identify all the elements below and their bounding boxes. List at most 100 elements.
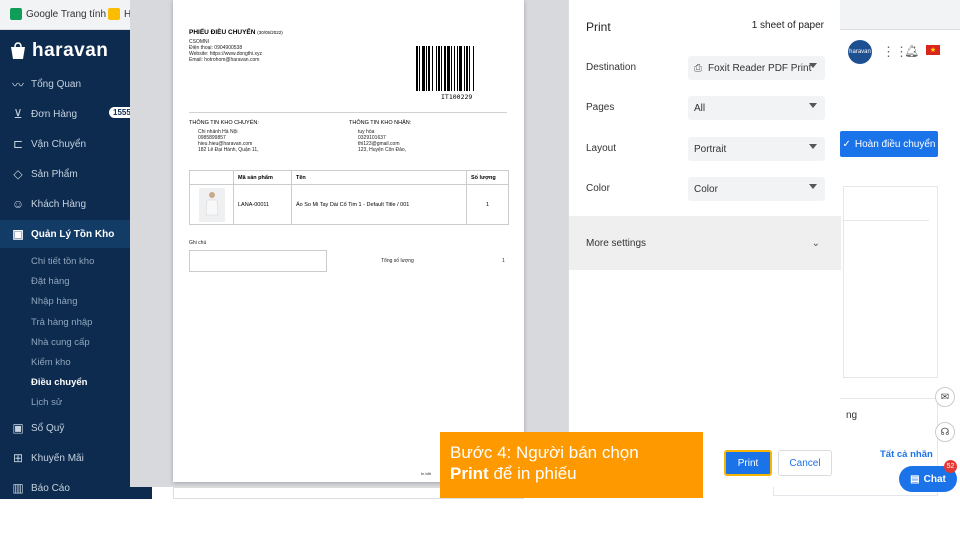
sku-cell: LANA-00011 [233, 184, 292, 225]
chevron-down-icon: ⌄ [811, 238, 820, 249]
haravan-bag-icon [11, 42, 25, 59]
chat-count-badge: 52 [944, 460, 957, 473]
destination-value: Foxit Reader PDF Print [708, 62, 812, 74]
column-header: Tên [291, 170, 467, 185]
complete-transfer-button[interactable]: ✓ Hoàn điều chuyển [840, 131, 938, 157]
sidebar-item-label: Tổng Quan [31, 78, 82, 90]
barcode-bar [447, 46, 450, 91]
sub-item-stock-detail[interactable]: Chi tiết tồn kho [31, 256, 94, 267]
chevron-down-icon [809, 184, 817, 189]
cancel-button[interactable]: Cancel [778, 450, 832, 476]
column-header [189, 170, 234, 185]
from-heading: THÔNG TIN KHO CHUYỂN: [189, 120, 259, 126]
folder-icon [108, 8, 120, 20]
pages-value: All [694, 102, 706, 114]
side-card [843, 186, 938, 378]
color-value: Color [694, 183, 718, 195]
pages-select[interactable]: All [688, 96, 825, 120]
barcode-bar [464, 46, 465, 91]
divider [189, 112, 507, 113]
tag-icon: ◇ [13, 167, 23, 181]
chevron-down-icon [809, 103, 817, 108]
bookmark-folder[interactable]: H [108, 8, 131, 20]
avatar[interactable]: haravan [848, 40, 872, 64]
callout-bold-word: Print [450, 464, 489, 483]
chat-label: Chat [923, 473, 946, 485]
sidebar-item-label: Sản Phẩm [31, 168, 78, 180]
headset-icon[interactable]: ☊ [935, 422, 955, 442]
print-title: Print [586, 20, 611, 34]
bookmark-label: Google Trang tính [26, 8, 107, 20]
sub-item-purchase-order[interactable]: Đặt hàng [31, 276, 70, 287]
print-button[interactable]: Print [724, 450, 772, 476]
printer-icon: ⎙ [694, 62, 702, 74]
cart-icon: ⊻ [13, 107, 23, 121]
table-row: LANA-00011 Áo So Mi Tay Dài Cổ Tim 1 - D… [189, 184, 509, 225]
chevron-down-icon [809, 63, 817, 68]
sub-item-suppliers[interactable]: Nhà cung cấp [31, 337, 90, 348]
note-label: Ghi chú [189, 240, 207, 246]
user-icon: ☺ [11, 197, 25, 211]
barcode-bar [444, 46, 446, 91]
chart-line-icon: 〰 [11, 77, 24, 92]
print-settings-panel: Print 1 sheet of paper Destination ⎙ Fox… [568, 0, 841, 487]
vietnam-flag-icon[interactable]: ★ [926, 45, 940, 55]
sub-item-stocktake[interactable]: Kiểm kho [31, 357, 71, 368]
color-select[interactable]: Color [688, 177, 825, 201]
sidebar-item-label: Đơn Hàng [31, 108, 78, 120]
sidebar-item-label: Sổ Quỹ [31, 422, 65, 434]
callout-line-1: Bước 4: Người bán chọn [450, 443, 639, 462]
barcode-bar [454, 46, 455, 91]
sub-item-receive[interactable]: Nhập hàng [31, 296, 77, 307]
brand-name: haravan [32, 40, 109, 61]
pages-label: Pages [586, 102, 615, 113]
sidebar-item-label: Vận Chuyển [31, 138, 87, 150]
bookmark-google-sheets[interactable]: Google Trang tính [10, 8, 106, 20]
chevron-down-icon [809, 144, 817, 149]
card-divider [844, 220, 929, 221]
barcode-bar [419, 46, 420, 91]
sub-item-transfer[interactable]: Điều chuyển [31, 377, 88, 388]
bottom-margin [0, 499, 960, 540]
table-header-row: Mã sản phẩm Tên Số lượng [189, 170, 509, 185]
items-table: Mã sản phẩm Tên Số lượng LANA-00011 Áo S… [189, 170, 509, 225]
gift-icon: ⊞ [12, 451, 24, 465]
total-value: 1 [502, 258, 505, 264]
print-preview-page: PHIẾU ĐIỀU CHUYỂN (30/05/2022) CSOMNI Đi… [173, 0, 524, 482]
haravan-logo[interactable]: haravan [8, 40, 108, 62]
column-header: Số lượng [466, 170, 509, 185]
quantity-cell: 1 [466, 184, 509, 225]
barcode-bar [422, 46, 425, 91]
destination-select[interactable]: ⎙ Foxit Reader PDF Print [688, 56, 825, 80]
from-line: 182 Lê Đại Hành, Quận 11, [198, 147, 259, 153]
see-all-labels-link[interactable]: Tất cả nhãn [880, 449, 933, 460]
labels-card-title: ng [846, 410, 858, 421]
sheet-count: 1 sheet of paper [751, 20, 824, 31]
barcode-bar [469, 46, 470, 91]
bell-icon[interactable]: 🔔︎ [904, 44, 919, 58]
barcode-bar [432, 46, 433, 91]
sheets-icon [10, 8, 22, 20]
layout-select[interactable]: Portrait [688, 137, 825, 161]
destination-label: Destination [586, 62, 637, 73]
report-icon: ▥ [12, 481, 24, 495]
sidebar-item-label: Báo Cáo [31, 482, 70, 494]
document-title: PHIẾU ĐIỀU CHUYỂN (30/05/2022) [189, 29, 283, 36]
barcode-bar [473, 46, 474, 91]
to-line: 123, Huyện Côn Đảo, [358, 147, 407, 153]
barcode-bar [451, 46, 452, 91]
barcode-bar [459, 46, 462, 91]
document-title-text: PHIẾU ĐIỀU CHUYỂN [189, 29, 256, 36]
sub-item-history[interactable]: Lịch sử [31, 397, 62, 408]
sub-item-return[interactable]: Trả hàng nhập [31, 317, 92, 328]
cashbook-icon: ▣ [12, 421, 24, 435]
mail-icon[interactable]: ✉ [935, 387, 955, 407]
barcode-bar [441, 46, 442, 91]
inventory-icon: ▣ [12, 227, 24, 241]
more-settings-toggle[interactable]: More settings ⌄ [569, 216, 841, 270]
barcode-number: IT100229 [441, 93, 473, 101]
product-thumbnail [198, 187, 225, 222]
layout-label: Layout [586, 143, 617, 154]
barcode-bar [426, 46, 427, 91]
chat-icon: ▤ [910, 473, 920, 485]
